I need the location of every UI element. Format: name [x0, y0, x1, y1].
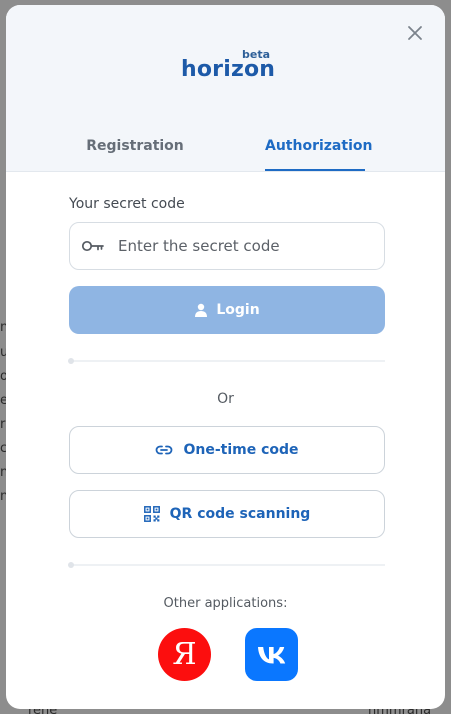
logo-wordmark: horizon — [181, 57, 276, 82]
one-time-code-label: One-time code — [183, 442, 299, 458]
other-applications-label: Other applications: — [163, 596, 288, 611]
tab-authorization[interactable]: Authorization — [265, 138, 372, 172]
auth-modal: beta horizon Registration Authorization … — [6, 5, 445, 709]
secret-code-field — [69, 222, 385, 270]
background-text: r — [0, 417, 6, 432]
secret-code-input[interactable] — [118, 223, 378, 269]
section-divider — [68, 358, 385, 364]
link-icon — [156, 445, 173, 455]
close-icon — [408, 26, 422, 40]
qr-code-scanning-button[interactable]: QR code scanning — [69, 490, 385, 538]
divider-dot — [68, 358, 74, 364]
divider-dot — [68, 562, 74, 568]
login-label: Login — [216, 302, 260, 318]
one-time-code-button[interactable]: One-time code — [69, 426, 385, 474]
tab-registration[interactable]: Registration — [68, 138, 202, 172]
modal-header: beta horizon Registration Authorization — [6, 5, 445, 172]
qr-code-icon — [143, 506, 160, 522]
close-button[interactable] — [404, 22, 426, 44]
or-separator: Or — [217, 391, 234, 407]
vk-login-button[interactable] — [245, 628, 298, 681]
login-button[interactable]: Login — [69, 286, 385, 334]
secret-code-label: Your secret code — [69, 196, 185, 212]
horizon-logo: beta horizon — [181, 47, 281, 87]
user-icon — [195, 303, 208, 317]
active-tab-indicator — [265, 169, 365, 171]
qr-code-scanning-label: QR code scanning — [169, 506, 311, 522]
key-icon — [81, 240, 104, 252]
yandex-icon: Я — [172, 637, 197, 672]
section-divider — [68, 562, 385, 568]
yandex-login-button[interactable]: Я — [158, 628, 211, 681]
vk-icon — [258, 647, 286, 664]
